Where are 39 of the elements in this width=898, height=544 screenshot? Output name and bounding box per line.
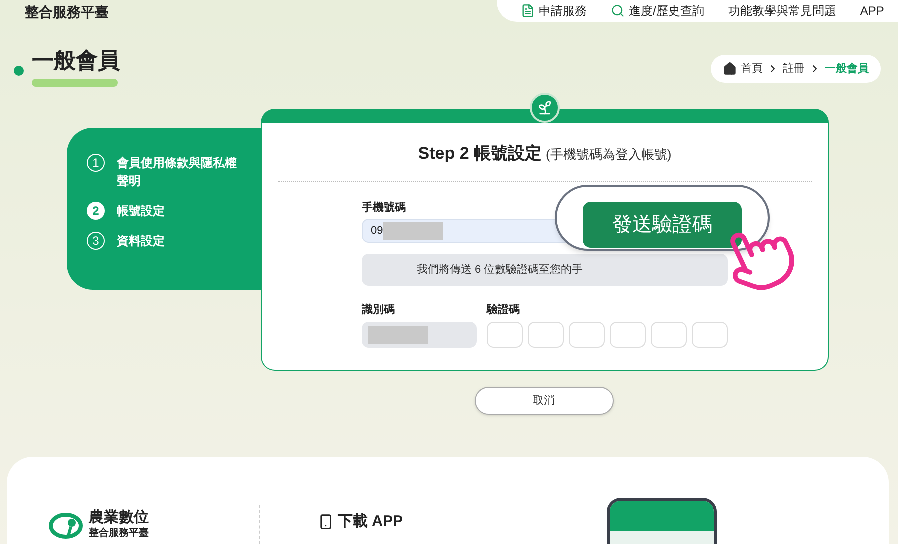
- code-digit-field[interactable]: [610, 322, 646, 348]
- redacted-block: [368, 326, 428, 344]
- logo-subtitle: 整合服務平臺: [89, 528, 149, 540]
- search-icon: [611, 4, 625, 18]
- site-name: 整合服務平臺: [25, 3, 109, 22]
- download-title: 下載 APP: [338, 512, 404, 532]
- breadcrumb-link[interactable]: 首頁: [741, 60, 763, 78]
- sprout-icon: [537, 100, 553, 116]
- breadcrumb-link[interactable]: 註冊: [783, 60, 805, 78]
- redacted-block: [383, 222, 444, 240]
- code-digit-field[interactable]: [651, 322, 687, 348]
- form-subtitle: (手機號碼為登入帳號): [546, 146, 672, 164]
- field-label: 識別碼: [362, 302, 396, 318]
- nav-link[interactable]: 功能教學與常見問題: [728, 2, 836, 20]
- code-digit-field[interactable]: [692, 322, 728, 348]
- send-code-button[interactable]: 發送驗證碼: [583, 202, 742, 248]
- field-label: 手機號碼: [362, 200, 407, 216]
- step-number: 3: [87, 232, 105, 250]
- form-title: Step 2 帳號設定: [418, 143, 542, 165]
- step-label: 帳號設定: [117, 203, 166, 220]
- cancel-button[interactable]: 取消: [474, 387, 614, 415]
- code-digit-field[interactable]: [487, 322, 523, 348]
- phone-value: 09: [371, 224, 384, 239]
- notice-text: 我們將傳送 6 位數驗證碼至您的手: [417, 262, 584, 278]
- home-icon: [723, 62, 737, 76]
- document-icon: [521, 4, 535, 18]
- nav-link[interactable]: 申請服務: [521, 2, 587, 20]
- step-number: 2: [87, 202, 105, 220]
- nav-link[interactable]: 進度/歷史查詢: [611, 2, 704, 20]
- step-label: 資料設定: [117, 233, 166, 250]
- phone-icon: [318, 514, 334, 530]
- page-title: 一般會員: [32, 47, 120, 75]
- step-label: 會員使用條款與隱私權聲明: [117, 155, 238, 190]
- logo-title: 農業數位: [89, 509, 149, 528]
- code-digit-field[interactable]: [528, 322, 564, 348]
- code-digit-field[interactable]: [569, 322, 605, 348]
- step-number: 1: [87, 154, 105, 172]
- nav-link[interactable]: APP: [860, 2, 884, 20]
- field-label: 驗證碼: [487, 302, 521, 318]
